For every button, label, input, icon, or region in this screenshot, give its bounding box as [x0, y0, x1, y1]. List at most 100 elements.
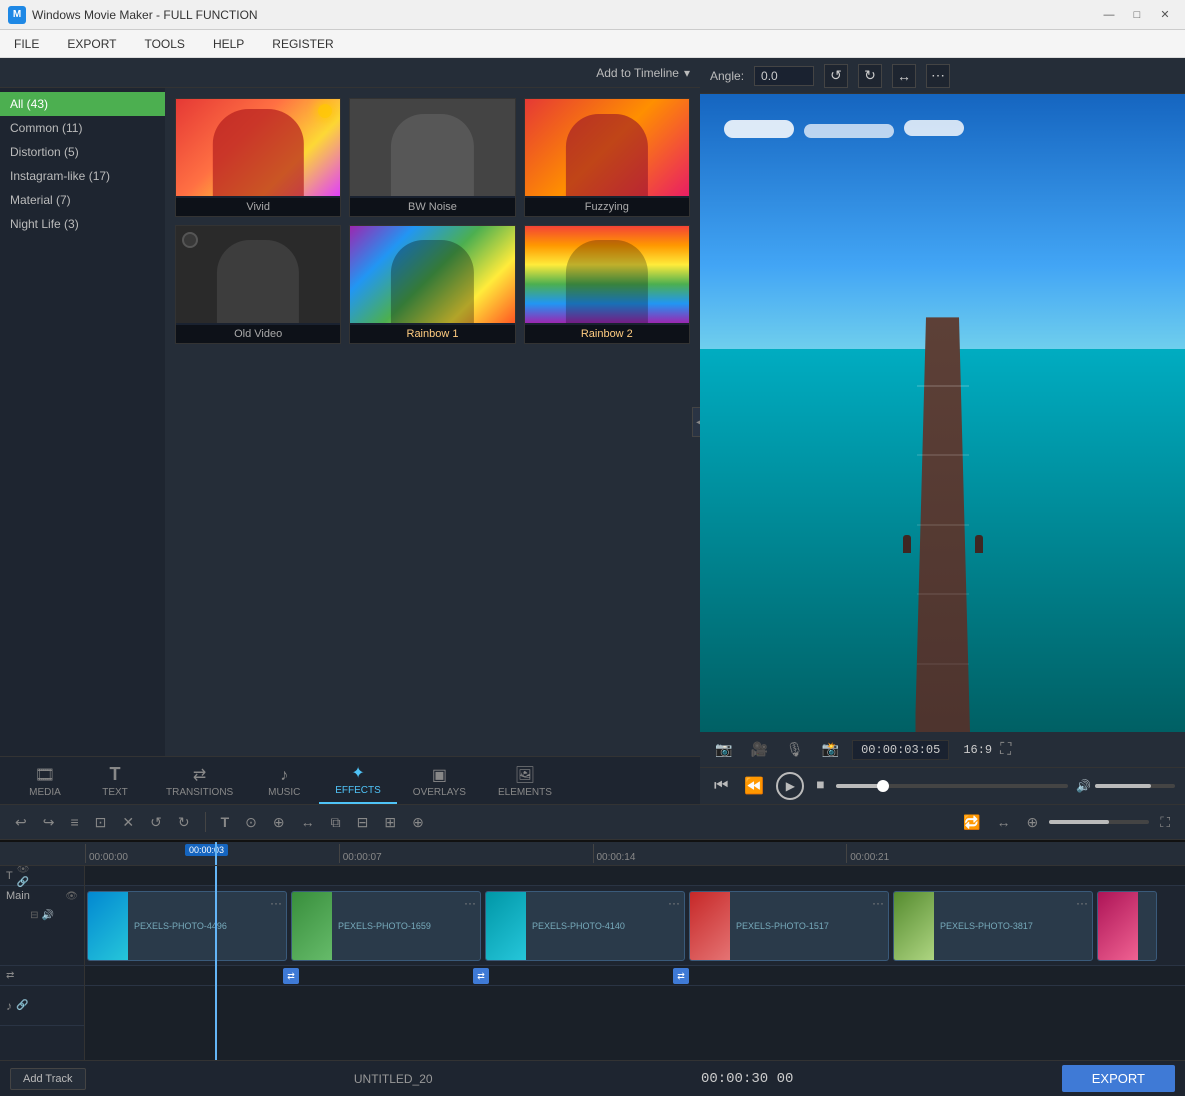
fullscreen-button[interactable]: ⛶	[1000, 741, 1011, 759]
main-track-settings[interactable]: ⊟	[30, 910, 38, 921]
rotate-ccw-button[interactable]: ↺	[824, 64, 848, 88]
titlebar-controls: — □ ✕	[1097, 6, 1177, 24]
grid-button[interactable]: ⊕	[407, 812, 429, 833]
expand-timeline-button[interactable]: ↔	[991, 812, 1015, 832]
screenshot-button[interactable]: 📸	[817, 739, 844, 760]
loop-button[interactable]: 🔁	[958, 812, 985, 833]
menu-tools[interactable]: TOOLS	[130, 30, 198, 57]
filter-button[interactable]: ≡	[65, 812, 83, 832]
play-button[interactable]: ▶	[776, 772, 804, 800]
media-icon: 🎞	[35, 765, 55, 785]
music-track-row	[85, 986, 1185, 1026]
category-nightlife[interactable]: Night Life (3)	[0, 212, 165, 236]
clip-thumb-6	[1098, 892, 1138, 960]
export-button[interactable]: EXPORT	[1062, 1065, 1175, 1092]
category-instagram[interactable]: Instagram-like (17)	[0, 164, 165, 188]
mic-button[interactable]: 🎙	[781, 739, 809, 760]
effect-rainbow2[interactable]: Rainbow 2	[524, 225, 690, 344]
progress-bar[interactable]	[836, 784, 1068, 788]
transition-marker-3[interactable]: ⇄	[673, 968, 689, 984]
effect-bwnoise-label: BW Noise	[350, 198, 514, 216]
more-options-button[interactable]: ⋯	[926, 64, 950, 88]
tab-overlays[interactable]: ▣ OVERLAYS	[397, 761, 482, 804]
menu-register[interactable]: REGISTER	[258, 30, 347, 57]
tab-elements[interactable]: 🖼 ELEMENTS	[482, 761, 568, 804]
delete-button[interactable]: ✕	[117, 812, 139, 833]
sidebar-collapse-button[interactable]: ◀	[692, 407, 700, 437]
tab-transitions[interactable]: ⇄ TRANSITIONS	[150, 761, 249, 804]
clip-pexels-1659[interactable]: PEXELS-PHOTO-1659 ···	[291, 891, 481, 961]
rotate-left-button[interactable]: ↺	[145, 812, 167, 833]
clip-pexels-3817[interactable]: PEXELS-PHOTO-3817 ···	[893, 891, 1093, 961]
effect-oldvideo[interactable]: Old Video	[175, 225, 341, 344]
tab-music[interactable]: ♪ MUSIC	[249, 763, 319, 804]
copy-button[interactable]: ⊡	[90, 812, 112, 833]
split-button[interactable]: ⊕	[268, 812, 290, 833]
main-track-audio[interactable]: 🔊	[41, 910, 53, 921]
clip-dots-2[interactable]: ···	[464, 896, 476, 910]
skip-start-button[interactable]: ⏮	[710, 775, 732, 797]
clip-dots-3[interactable]: ···	[668, 896, 680, 910]
angle-input[interactable]	[754, 66, 814, 86]
clip-thumb-4	[690, 892, 730, 960]
menu-file[interactable]: FILE	[0, 30, 53, 57]
track-labels: T 👁 🔗 Main 👁 ⊟ 🔊	[0, 866, 85, 1060]
timeline-playhead	[215, 866, 217, 1060]
timer-button[interactable]: ⊙	[240, 812, 262, 833]
clip-dots-4[interactable]: ···	[872, 896, 884, 910]
category-material[interactable]: Material (7)	[0, 188, 165, 212]
effect-bwnoise[interactable]: BW Noise	[349, 98, 515, 217]
tab-media[interactable]: 🎞 MEDIA	[10, 761, 80, 804]
effect-fuzzying[interactable]: Fuzzying	[524, 98, 690, 217]
clip-dots-1[interactable]: ···	[270, 896, 282, 910]
redo-button[interactable]: ↪	[38, 812, 60, 833]
effect-rainbow1[interactable]: Rainbow 1	[349, 225, 515, 344]
elements-icon: 🖼	[515, 765, 535, 785]
transition-marker-1[interactable]: ⇄	[283, 968, 299, 984]
add-track-button[interactable]: Add Track	[10, 1068, 86, 1090]
effect-fuzzying-thumb	[525, 99, 689, 196]
timeline-zoom-bar[interactable]	[1049, 820, 1149, 824]
maximize-button[interactable]: □	[1125, 6, 1149, 24]
crop-button[interactable]: ⧉	[326, 812, 346, 833]
clip-pexels-4140[interactable]: PEXELS-PHOTO-4140 ···	[485, 891, 685, 961]
transition-marker-2[interactable]: ⇄	[473, 968, 489, 984]
music-icon: ♪	[280, 767, 288, 785]
text-track-eye[interactable]: 👁	[17, 866, 30, 875]
clip-pexels-4496[interactable]: PEXELS-PHOTO-4496 ···	[87, 891, 287, 961]
volume-bar[interactable]	[1095, 784, 1175, 788]
video-mode-button[interactable]: 🎥	[745, 739, 772, 760]
effect-vivid[interactable]: Vivid	[175, 98, 341, 217]
timeline-ruler: 00:00:00 00:00:07 00:00:14 00:00:21 00:0…	[0, 842, 1185, 866]
category-distortion[interactable]: Distortion (5)	[0, 140, 165, 164]
tab-effects[interactable]: ✦ EFFECTS	[319, 759, 397, 804]
tab-text[interactable]: T TEXT	[80, 760, 150, 804]
stop-button[interactable]: ⏹	[812, 775, 828, 797]
clip-extra[interactable]	[1097, 891, 1157, 961]
music-track-link[interactable]: 🔗	[16, 1000, 28, 1011]
undo-button[interactable]: ↩	[10, 812, 32, 833]
clip-pexels-1517[interactable]: PEXELS-PHOTO-1517 ···	[689, 891, 889, 961]
clip-thumb-2	[292, 892, 332, 960]
mask-button[interactable]: ⊟	[352, 812, 374, 833]
rotate-right-button[interactable]: ↻	[173, 812, 195, 833]
category-common[interactable]: Common (11)	[0, 116, 165, 140]
main-track-eye[interactable]: 👁	[65, 891, 78, 902]
close-button[interactable]: ✕	[1153, 6, 1177, 24]
fullscreen-timeline-button[interactable]: ⛶	[1155, 812, 1175, 833]
flip-h-button[interactable]: ↔	[892, 64, 916, 88]
rotate-cw-button[interactable]: ↻	[858, 64, 882, 88]
category-all[interactable]: All (43)	[0, 92, 165, 116]
minimize-button[interactable]: —	[1097, 6, 1121, 24]
menu-export[interactable]: EXPORT	[53, 30, 130, 57]
transition-icon: ⇄	[6, 970, 14, 981]
expand-button[interactable]: ↔	[296, 812, 320, 832]
text-tool-button[interactable]: T	[216, 812, 235, 832]
add-timeline-bar[interactable]: Add to Timeline ▾	[0, 58, 700, 88]
clip-dots-5[interactable]: ···	[1076, 896, 1088, 910]
add-button[interactable]: ⊞	[379, 812, 401, 833]
marker-button[interactable]: ⊕	[1021, 812, 1043, 833]
menu-help[interactable]: HELP	[199, 30, 258, 57]
prev-frame-button[interactable]: ⏪	[740, 774, 768, 798]
camera-mode-button[interactable]: 📷	[710, 739, 737, 760]
